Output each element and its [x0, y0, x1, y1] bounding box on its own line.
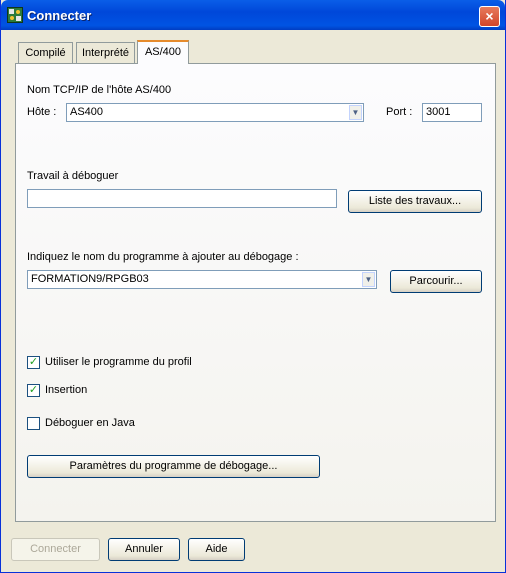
use-profile-checkbox[interactable]: ✓ — [27, 356, 40, 369]
cancel-button[interactable]: Annuler — [108, 538, 180, 561]
host-label: Hôte : — [27, 106, 57, 118]
insertion-label[interactable]: Insertion — [45, 384, 87, 396]
chevron-down-icon[interactable]: ▼ — [362, 272, 375, 287]
java-debug-label[interactable]: Déboguer en Java — [45, 417, 135, 429]
connect-dialog: Connecter × Compilé Interprété AS/400 No… — [0, 0, 506, 573]
host-combo[interactable]: AS400 ▼ — [66, 103, 364, 122]
connect-button[interactable]: Connecter — [11, 538, 100, 561]
help-button[interactable]: Aide — [188, 538, 245, 561]
job-field[interactable] — [27, 189, 337, 208]
close-icon: × — [485, 8, 494, 24]
window-title: Connecter — [27, 8, 92, 23]
close-button[interactable]: × — [479, 6, 500, 27]
tab-interpreted[interactable]: Interprété — [76, 42, 135, 63]
checkmark-icon: ✓ — [28, 384, 39, 396]
debugger-app-icon — [7, 7, 23, 23]
host-group-label: Nom TCP/IP de l'hôte AS/400 — [27, 84, 172, 96]
list-jobs-button[interactable]: Liste des travaux... — [348, 190, 482, 213]
program-combo[interactable]: FORMATION9/RPGB03 ▼ — [27, 270, 377, 289]
tab-compile[interactable]: Compilé — [18, 42, 73, 63]
job-label: Travail à déboguer — [27, 170, 119, 182]
port-field[interactable]: 3001 — [422, 103, 482, 122]
tab-as400-label: AS/400 — [144, 46, 182, 58]
tab-interpreted-label: Interprété — [81, 47, 130, 59]
port-label: Port : — [386, 106, 413, 118]
tab-compile-label: Compilé — [25, 47, 66, 59]
java-debug-checkbox[interactable] — [27, 417, 40, 430]
insertion-checkbox[interactable]: ✓ — [27, 384, 40, 397]
as400-tab-panel: Nom TCP/IP de l'hôte AS/400 Hôte : AS400… — [15, 63, 496, 522]
checkmark-icon: ✓ — [28, 356, 39, 368]
browse-button[interactable]: Parcourir... — [390, 270, 482, 293]
chevron-down-icon[interactable]: ▼ — [349, 105, 362, 120]
host-value: AS400 — [70, 106, 104, 118]
use-profile-label[interactable]: Utiliser le programme du profil — [45, 356, 192, 368]
title-bar[interactable]: Connecter × — [1, 0, 505, 30]
program-value: FORMATION9/RPGB03 — [31, 273, 149, 285]
program-label: Indiquez le nom du programme à ajouter a… — [27, 251, 299, 263]
tab-as400[interactable]: AS/400 — [137, 40, 189, 64]
debug-params-button[interactable]: Paramètres du programme de débogage... — [27, 455, 320, 478]
